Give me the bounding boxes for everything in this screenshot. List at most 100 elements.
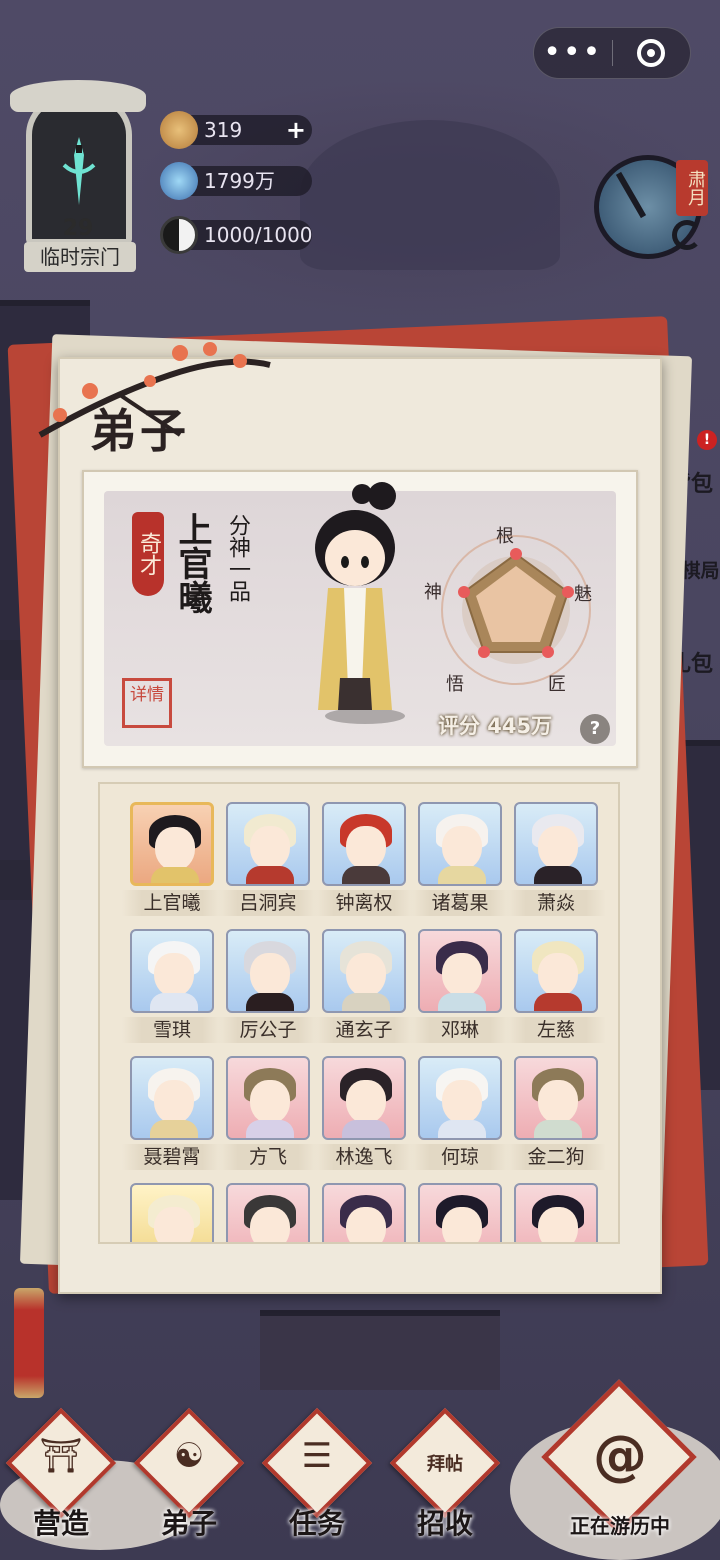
disciple-avatar (226, 802, 310, 886)
featured-disciple-rank: 分神一品 (225, 514, 250, 602)
travel-button[interactable]: @ 正在游历中 (540, 1379, 700, 1540)
disciple-avatar (322, 929, 406, 1013)
avatar-face (442, 826, 482, 870)
tab-construct[interactable]: ⛩ 营造 (4, 1407, 117, 1549)
disciple-cell[interactable]: 方飞 (218, 1054, 318, 1170)
target-circle-icon (637, 39, 666, 67)
add-jade-button[interactable]: + (286, 115, 306, 145)
disciple-name: 林逸飞 (314, 1144, 414, 1170)
resource-spirit-stone[interactable]: 1799万 (160, 162, 312, 200)
avatar-face (442, 953, 482, 997)
disciple-avatar (322, 1183, 406, 1242)
disciple-cell[interactable]: 钟离权 (314, 800, 414, 916)
avatar-face (538, 826, 578, 870)
avatar-face (250, 1207, 290, 1242)
disciple-cell[interactable]: 聂碧霄 (122, 1054, 222, 1170)
tab-disciples[interactable]: ☯ 弟子 (132, 1407, 245, 1549)
avatar-robe (150, 1120, 198, 1138)
avatar-face (250, 1080, 290, 1124)
travel-swirl-icon: @ (593, 1424, 647, 1487)
disciple-name: 通玄子 (314, 1017, 414, 1043)
avatar-robe (246, 866, 294, 884)
bag-alert-badge: ! (697, 430, 717, 450)
moon-tag: 肃月 (676, 160, 708, 216)
disciple-avatar (226, 929, 310, 1013)
mini-program-capsule: ••• (533, 27, 691, 79)
avatar-robe (342, 866, 390, 884)
avatar-robe (534, 993, 582, 1011)
more-button[interactable]: ••• (534, 28, 612, 78)
score-help-icon[interactable]: ? (580, 714, 610, 744)
disciple-name: 钟离权 (314, 890, 414, 916)
disciple-avatar (418, 1183, 502, 1242)
resource-jade[interactable]: 319 + (160, 111, 312, 149)
disciple-cell[interactable] (512, 1181, 600, 1242)
sect-level: 29 (62, 216, 94, 241)
sect-roof-ornament (10, 80, 146, 112)
disciple-cell[interactable]: 诸葛果 (410, 800, 510, 916)
tab-tasks-label: 任务 (288, 1507, 345, 1540)
resource-jade-value: 319 (204, 118, 243, 142)
avatar-robe (246, 993, 294, 1011)
avatar-face (538, 953, 578, 997)
avatar-face (154, 1207, 194, 1242)
avatar-face (442, 1080, 482, 1124)
avatar-face (538, 1080, 578, 1124)
disciple-grid-box: 上官曦 吕洞宾 钟离权 诸葛果 萧焱雪琪 厉公子 通玄子 邓琳 左慈聂碧霄 方飞 林逸飞 何琼 金二狗 (98, 782, 620, 1244)
radar-label-insight: 悟 (446, 674, 464, 695)
avatar-face (154, 1080, 194, 1124)
tab-tasks[interactable]: ☰ 任务 (260, 1407, 373, 1549)
disciple-cell[interactable]: 吕洞宾 (218, 800, 318, 916)
disciple-cell[interactable]: 通玄子 (314, 927, 414, 1043)
disciple-cell[interactable] (320, 1181, 408, 1242)
disciple-cell[interactable] (128, 1181, 216, 1242)
featured-disciple-name: 上官曦 (172, 512, 212, 614)
talent-tag: 奇才 (132, 512, 164, 596)
disciple-cell[interactable] (416, 1181, 504, 1242)
disciple-cell[interactable]: 厉公子 (218, 927, 318, 1043)
avatar-face (250, 826, 290, 870)
resource-spirit-stone-value: 1799万 (204, 169, 275, 193)
spirit-stone-icon (160, 162, 198, 200)
disciple-cell[interactable] (224, 1181, 312, 1242)
disciple-name: 聂碧霄 (122, 1144, 222, 1170)
tab-recruit[interactable]: 拜帖 招收 (388, 1407, 501, 1549)
disciple-name: 金二狗 (506, 1144, 606, 1170)
scroll-icon[interactable] (14, 1288, 44, 1398)
details-seal-button[interactable]: 详情 (122, 678, 172, 728)
disciple-cell[interactable]: 金二狗 (506, 1054, 606, 1170)
resource-yinyang-value: 1000/1000 (204, 223, 313, 247)
radar-label-charm: 魅 (574, 584, 592, 605)
disciple-avatar (130, 802, 214, 886)
disciple-cell[interactable]: 邓琳 (410, 927, 510, 1043)
disciple-cell[interactable]: 萧焱 (506, 800, 606, 916)
resource-yinyang[interactable]: 1000/1000 (160, 216, 313, 254)
sect-badge[interactable]: 29 临时宗门 (8, 80, 148, 275)
more-dots-icon: ••• (543, 35, 603, 70)
disciple-avatar (514, 929, 598, 1013)
disciple-cell[interactable]: 左慈 (506, 927, 606, 1043)
disciple-cell[interactable]: 何琼 (410, 1054, 510, 1170)
disciple-name: 雪琪 (122, 1017, 222, 1043)
tab-construct-label: 营造 (32, 1507, 89, 1540)
disciple-avatar (514, 802, 598, 886)
avatar-robe (342, 993, 390, 1011)
avatar-robe (246, 1120, 294, 1138)
disciple-cell[interactable]: 上官曦 (122, 800, 222, 916)
disciple-avatar (514, 1183, 598, 1242)
avatar-robe (534, 866, 582, 884)
avatar-face (346, 1080, 386, 1124)
sword-emblem-icon (62, 137, 96, 205)
disciple-avatar (322, 1056, 406, 1140)
avatar-face (154, 953, 194, 997)
disciple-avatar (322, 802, 406, 886)
disciple-avatar (226, 1183, 310, 1242)
avatar-face (346, 953, 386, 997)
avatar-robe (438, 993, 486, 1011)
close-button[interactable] (613, 28, 691, 78)
avatar-robe (438, 1120, 486, 1138)
disciple-cell[interactable]: 雪琪 (122, 927, 222, 1043)
avatar-face (346, 826, 386, 870)
disciple-cell[interactable]: 林逸飞 (314, 1054, 414, 1170)
avatar-robe (534, 1120, 582, 1138)
